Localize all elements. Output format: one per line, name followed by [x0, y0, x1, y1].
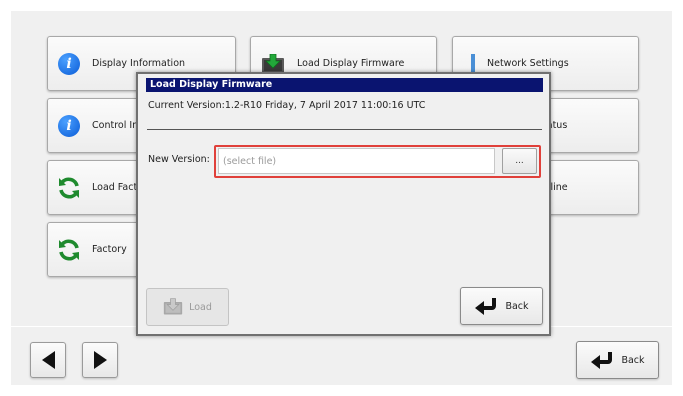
new-version-label: New Version:	[148, 154, 210, 165]
dialog-back-button[interactable]: Back	[460, 287, 543, 325]
dialog-separator	[147, 129, 542, 130]
back-button[interactable]: Back	[576, 341, 659, 379]
next-page-button[interactable]	[82, 342, 118, 378]
right-arrow-icon	[93, 351, 107, 369]
back-arrow-icon	[591, 352, 613, 369]
current-version-text: Current Version:1.2-R10 Friday, 7 April …	[148, 100, 426, 111]
network-settings-label: Network Settings	[487, 58, 569, 69]
factory-label: Factory	[92, 244, 127, 255]
load-button-label: Load	[189, 301, 212, 313]
left-arrow-icon	[41, 351, 55, 369]
browse-button[interactable]: ...	[502, 148, 537, 174]
info-icon: i	[58, 114, 80, 137]
download-icon	[163, 298, 183, 315]
network-icon	[471, 53, 475, 74]
load-button[interactable]: Load	[146, 288, 229, 326]
previous-page-button[interactable]	[30, 342, 66, 378]
load-display-firmware-label: Load Display Firmware	[297, 58, 405, 69]
info-icon: i	[58, 52, 80, 75]
dialog-title: Load Display Firmware	[146, 78, 543, 92]
display-information-label: Display Information	[92, 58, 186, 69]
load-firmware-dialog: Load Display Firmware Current Version:1.…	[136, 72, 551, 336]
refresh-icon	[59, 238, 79, 261]
download-icon	[262, 53, 284, 73]
refresh-icon	[59, 176, 79, 199]
file-path-input[interactable]	[218, 148, 495, 174]
back-arrow-icon	[475, 298, 497, 315]
dialog-back-label: Back	[505, 300, 529, 312]
back-button-label: Back	[621, 354, 645, 366]
